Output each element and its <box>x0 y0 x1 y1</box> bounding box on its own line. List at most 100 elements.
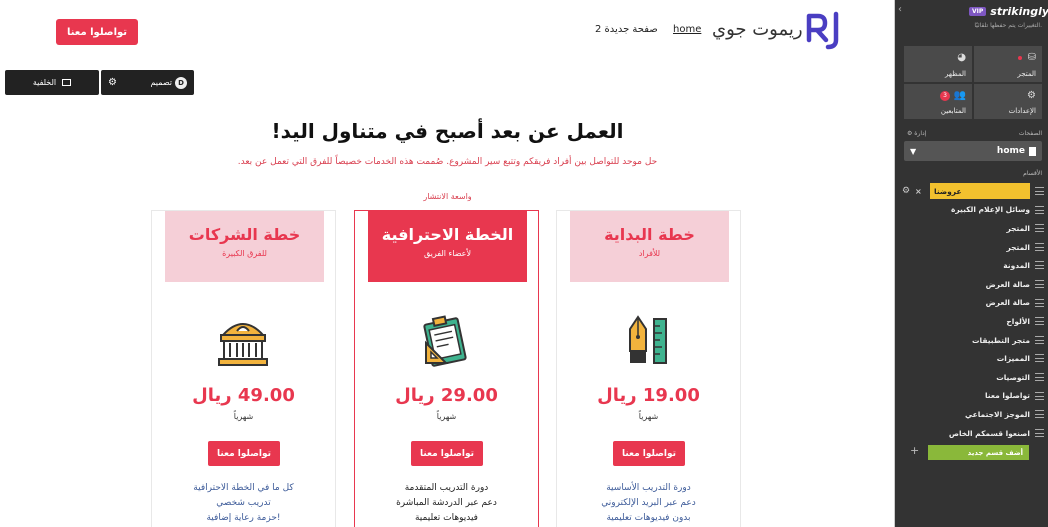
section-item[interactable]: التوصيات <box>904 368 1044 387</box>
page-icon <box>1029 146 1036 156</box>
drag-handle-icon[interactable] <box>1035 410 1044 419</box>
section-item[interactable]: صالة العرض <box>904 294 1044 313</box>
drag-handle-icon[interactable] <box>1035 428 1044 437</box>
gear-icon[interactable]: ⚙ <box>902 186 910 196</box>
followers-count-badge: 3 <box>940 90 950 101</box>
background-toolbar-button[interactable]: الخلفية <box>5 70 99 95</box>
drag-handle-icon[interactable] <box>1035 372 1044 381</box>
plan-features[interactable]: دورة التدريب المتقدمة دعم عبر الدردشة ال… <box>355 481 538 526</box>
section-item[interactable]: المدونة <box>904 256 1044 275</box>
tile-followers[interactable]: 3 👥 المتابعين <box>904 83 972 119</box>
tile-settings[interactable]: ⚙ الإعدادات <box>974 83 1042 119</box>
plan-subtitle[interactable]: لأعضاء الفريق <box>368 249 527 258</box>
section-label: صالة العرض <box>985 298 1030 308</box>
vip-badge: VIP <box>969 6 987 16</box>
chevron-down-icon: ▼ <box>910 146 917 156</box>
tile-appearance[interactable]: ◕ المظهر <box>904 46 972 82</box>
drag-handle-icon[interactable] <box>1035 261 1044 270</box>
drag-handle-icon[interactable] <box>1035 187 1044 195</box>
section-label: الموجز الاجتماعي <box>965 409 1030 419</box>
card-header: الخطة الاحترافية لأعضاء الفريق <box>368 211 527 282</box>
pricing-subtitle[interactable]: حل موحد للتواصل بين أفراد فريقكم وتتبع س… <box>0 157 894 167</box>
close-icon[interactable]: × <box>915 187 922 196</box>
manage-pages-link[interactable]: ⚙ إدارة <box>907 130 926 137</box>
tile-label: المتابعين <box>940 107 966 115</box>
drag-handle-icon[interactable] <box>1035 335 1044 344</box>
site-brand-name[interactable]: ريموت جوي <box>712 19 803 40</box>
plan-title[interactable]: الخطة الاحترافية <box>368 225 527 244</box>
design-toolbar-button[interactable]: ⚙ تصميم D <box>101 70 194 95</box>
plan-features[interactable]: دورة التدريب الأساسية دعم عبر البريد الإ… <box>557 481 740 526</box>
card-header: خطة البداية للأفراد <box>570 211 729 282</box>
plan-subtitle[interactable]: للأفراد <box>570 249 729 258</box>
header-contact-button[interactable]: تواصلوا معنا <box>56 19 138 45</box>
drag-handle-icon[interactable] <box>1035 205 1044 214</box>
section-item[interactable]: المتجر <box>904 238 1044 257</box>
users-icon: 👥 <box>953 89 966 101</box>
section-item[interactable]: المتجر <box>904 219 1044 238</box>
drag-handle-icon[interactable] <box>1035 224 1044 233</box>
section-item[interactable]: اصنعوا قسمكم الخاص <box>904 424 1044 443</box>
drag-handle-icon[interactable] <box>1035 391 1044 400</box>
plan-price[interactable]: 19.00 ريال <box>557 385 740 406</box>
nav-link-page2[interactable]: صفحة جديدة 2 <box>595 24 658 35</box>
section-label: صالة العرض <box>985 279 1030 289</box>
nav-link-home[interactable]: home <box>673 24 701 35</box>
feature-item: فيديوهات تعليمية <box>414 513 478 523</box>
drag-handle-icon[interactable] <box>1035 354 1044 363</box>
plan-contact-button[interactable]: تواصلوا معنا <box>613 441 685 466</box>
plan-features[interactable]: كل ما في الخطة الاحترافية تدريب شخصي حزم… <box>152 481 335 526</box>
section-label: متجر التطبيقات <box>971 335 1030 345</box>
section-item[interactable]: الموجز الاجتماعي <box>904 405 1044 424</box>
sidebar-tiles: ◕ المظهر ⛁ المتجر 3 👥 المتابعين ⚙ الإعدا… <box>904 46 1042 119</box>
plan-period[interactable]: شهرياً <box>152 412 335 421</box>
feature-item: دورة التدريب المتقدمة <box>404 483 489 493</box>
plan-price[interactable]: 29.00 ريال <box>355 385 538 406</box>
section-label: اصنعوا قسمكم الخاص <box>948 428 1030 438</box>
plus-icon[interactable]: + <box>910 444 919 457</box>
tile-label: المتجر <box>1017 69 1036 78</box>
background-label: الخلفية <box>32 78 57 87</box>
sections-list: ⚙ × عروضنا وسائل الإعلام الكبيرة المتجر … <box>902 182 1044 443</box>
plan-period[interactable]: شهرياً <box>355 412 538 421</box>
plan-price[interactable]: 49.00 ريال <box>152 385 335 406</box>
popular-badge: واسعة الانتشار <box>423 192 472 201</box>
plan-subtitle[interactable]: للفرق الكبيرة <box>165 249 324 258</box>
section-item[interactable]: متجر التطبيقات <box>904 331 1044 350</box>
image-icon <box>62 79 72 86</box>
notification-dot <box>1018 56 1022 60</box>
site-logo[interactable] <box>806 10 842 50</box>
manage-label: إدارة <box>914 130 927 137</box>
section-item[interactable]: تواصلوا معنا <box>904 387 1044 406</box>
plan-contact-button[interactable]: تواصلوا معنا <box>208 441 280 466</box>
drag-handle-icon[interactable] <box>1035 298 1044 307</box>
pages-label: الصفحات <box>1018 130 1042 137</box>
section-item[interactable]: ⚙ × عروضنا <box>902 182 1044 201</box>
collapse-icon[interactable]: ‹ <box>898 4 902 15</box>
page-select[interactable]: ▼ home <box>904 141 1042 161</box>
pen-ruler-icon <box>629 315 667 364</box>
basket-icon: ⛁ <box>1027 52 1036 63</box>
building-icon <box>218 323 268 366</box>
plan-contact-button[interactable]: تواصلوا معنا <box>411 441 483 466</box>
section-item[interactable]: وسائل الإعلام الكبيرة <box>904 201 1044 220</box>
section-item[interactable]: المميزات <box>904 349 1044 368</box>
plan-title[interactable]: خطة الشركات <box>165 225 324 244</box>
feature-item: بدون فيديوهات تعليمية <box>606 513 691 523</box>
drag-handle-icon[interactable] <box>1035 317 1044 326</box>
plan-title[interactable]: خطة البداية <box>570 225 729 244</box>
drag-handle-icon[interactable] <box>1035 279 1044 288</box>
editor-canvas: تواصلوا معنا صفحة جديدة 2 home ريموت جوي… <box>0 0 895 527</box>
add-section-button[interactable]: أضف قسم جديد <box>928 445 1029 460</box>
section-item[interactable]: الألواح <box>904 312 1044 331</box>
section-label: المدونة <box>1003 261 1030 271</box>
section-label: الألواح <box>1006 316 1030 326</box>
logo-text: strikingly <box>990 4 1048 18</box>
section-item[interactable]: صالة العرض <box>904 275 1044 294</box>
pricing-title[interactable]: العمل عن بعد أصبح في متناول اليد! <box>0 119 894 143</box>
plan-period[interactable]: شهرياً <box>557 412 740 421</box>
tile-store[interactable]: ⛁ المتجر <box>974 46 1042 82</box>
drag-handle-icon[interactable] <box>1035 242 1044 251</box>
gear-icon[interactable]: ⚙ <box>108 77 117 88</box>
tile-label: المظهر <box>945 69 966 78</box>
